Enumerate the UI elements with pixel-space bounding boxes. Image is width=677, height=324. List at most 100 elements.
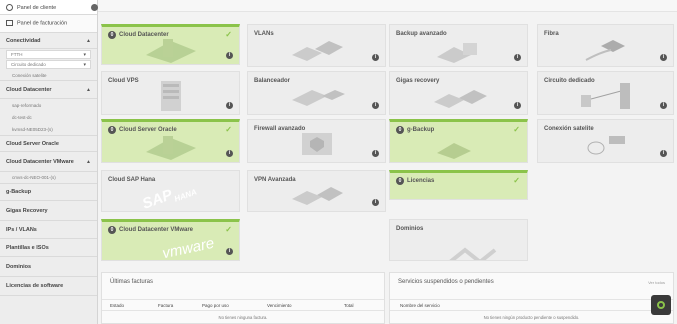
card-title: Dominios bbox=[396, 226, 423, 232]
gear-icon[interactable] bbox=[91, 4, 98, 11]
sidebar-subitem-ftth[interactable]: FTTH ▾ bbox=[6, 50, 91, 59]
balanceador-illustration bbox=[291, 90, 345, 107]
card-label: Licencias bbox=[407, 178, 435, 184]
cloud-vps-illustration bbox=[160, 81, 181, 112]
clock-icon bbox=[6, 3, 13, 11]
circuito-illustration bbox=[580, 83, 630, 110]
card-label: Fibra bbox=[544, 31, 559, 37]
card-label: VLANs bbox=[254, 31, 274, 37]
gbackup-illustration bbox=[436, 143, 471, 160]
card-cloud-sap-hana[interactable]: Cloud SAP Hana SAP HANA bbox=[101, 170, 240, 212]
info-icon[interactable]: i bbox=[226, 248, 233, 255]
panel-title: Servicios suspendidos o pendientes bbox=[398, 279, 494, 285]
sidebar-item-panel-facturacion[interactable]: Panel de facturación bbox=[0, 15, 97, 33]
col-total: Total bbox=[344, 303, 354, 308]
card-title: 0 Licencias bbox=[396, 177, 434, 185]
sidebar-item-conectividad[interactable]: Conectividad ▲ bbox=[0, 33, 97, 49]
sidebar-item-gigas-recovery[interactable]: Gigas Recovery bbox=[0, 201, 97, 221]
sidebar-item-cloud-datacenter-vmware[interactable]: Cloud Datacenter VMware ▲ bbox=[0, 152, 97, 172]
info-icon[interactable]: i bbox=[660, 54, 667, 61]
info-icon[interactable]: i bbox=[660, 102, 667, 109]
sidebar-subitem-cd-1[interactable]: sap-reformado bbox=[0, 99, 97, 111]
chat-button[interactable] bbox=[651, 295, 671, 315]
sidebar-subitem-conexion-satelite[interactable]: Conexión satelite bbox=[0, 70, 97, 80]
servicios-panel: Servicios suspendidos o pendientes Ver t… bbox=[389, 272, 674, 324]
card-dominios[interactable]: Dominios bbox=[389, 219, 528, 261]
col-estado: Estado bbox=[110, 303, 125, 308]
vlans-illustration bbox=[291, 40, 343, 61]
sidebar-item-ips-vlans[interactable]: IPs / VLANs bbox=[0, 221, 97, 239]
sidebar-subitem-label: kvmsd-NE05D23-(s) bbox=[12, 126, 53, 132]
card-cloud-datacenter[interactable]: 0 Cloud Datacenter ✓ i bbox=[101, 24, 240, 65]
count-badge: 0 bbox=[396, 177, 404, 185]
card-cloud-vps[interactable]: Cloud VPS i bbox=[101, 71, 240, 115]
card-fibra[interactable]: Fibra i bbox=[537, 24, 674, 67]
sidebar-subitem-label: sap-reformado bbox=[12, 102, 42, 108]
sidebar-item-plantillas-isos[interactable]: Plantillas e ISOs bbox=[0, 239, 97, 257]
sidebar: Panel de cliente Panel de facturación Co… bbox=[0, 0, 98, 324]
chat-icon bbox=[657, 301, 665, 309]
card-conexion-satelite[interactable]: Conexión satelite i bbox=[537, 119, 674, 163]
sap-logo: SAP bbox=[140, 186, 175, 212]
facturas-panel: Últimas facturas Estado Factura Pago por… bbox=[101, 272, 385, 324]
info-icon[interactable]: i bbox=[372, 54, 379, 61]
sidebar-item-label: Panel de facturación bbox=[17, 20, 68, 27]
info-icon[interactable]: i bbox=[660, 150, 667, 157]
main-content: 0 Cloud Datacenter ✓ i VLANs i Backup ava… bbox=[98, 0, 677, 324]
ver-todos-link[interactable]: Ver todos bbox=[648, 280, 665, 285]
info-icon[interactable]: i bbox=[226, 150, 233, 157]
card-balanceador[interactable]: Balanceador i bbox=[247, 71, 386, 115]
sidebar-item-label: Cloud Datacenter bbox=[6, 86, 52, 93]
check-icon: ✓ bbox=[513, 125, 520, 134]
document-icon bbox=[6, 20, 13, 27]
card-gigas-recovery[interactable]: Gigas recovery i bbox=[389, 71, 528, 115]
card-vpn-avanzada[interactable]: VPN Avanzada i bbox=[247, 170, 386, 212]
firewall-illustration bbox=[301, 133, 332, 156]
check-icon: ✓ bbox=[225, 225, 232, 234]
card-title: Fibra bbox=[544, 31, 559, 37]
sidebar-item-cloud-server-oracle[interactable]: Cloud Server Oracle bbox=[0, 135, 97, 152]
sidebar-subitem-cd-2[interactable]: dc-test-dc bbox=[0, 111, 97, 123]
card-label: Dominios bbox=[396, 226, 424, 232]
info-icon[interactable]: i bbox=[514, 54, 521, 61]
sidebar-item-gbackup[interactable]: g-Backup bbox=[0, 183, 97, 201]
card-cloud-datacenter-vmware[interactable]: 0 Cloud Datacenter VMware ✓ vmware i bbox=[101, 219, 240, 261]
card-circuito-dedicado[interactable]: Circuito dedicado i bbox=[537, 71, 674, 115]
oracle-illustration bbox=[145, 136, 196, 161]
sidebar-item-cloud-datacenter[interactable]: Cloud Datacenter ▲ bbox=[0, 80, 97, 99]
card-licencias[interactable]: 0 Licencias ✓ bbox=[389, 170, 528, 200]
info-icon[interactable]: i bbox=[514, 102, 521, 109]
count-badge: 0 bbox=[108, 226, 116, 234]
card-vlans[interactable]: VLANs i bbox=[247, 24, 386, 67]
info-icon[interactable]: i bbox=[226, 52, 233, 59]
card-cloud-server-oracle[interactable]: 0 Cloud Server Oracle ✓ i bbox=[101, 119, 240, 163]
card-label: Cloud VPS bbox=[108, 78, 139, 84]
sidebar-item-label: Licencias de software bbox=[6, 283, 64, 289]
sidebar-subitem-circuito-dedicado[interactable]: Circuito dedicado ▾ bbox=[6, 60, 91, 69]
empty-message: No tienes ningún producto pendiente o su… bbox=[483, 315, 580, 320]
card-title: VLANs bbox=[254, 31, 274, 37]
card-backup-avanzado[interactable]: Backup avanzado i bbox=[389, 24, 528, 67]
sidebar-item-label: Plantillas e ISOs bbox=[6, 244, 49, 251]
info-icon[interactable]: i bbox=[372, 150, 379, 157]
sidebar-subitem-vmware-1[interactable]: cmvs-dc-NEO-001-(s) bbox=[0, 172, 97, 183]
chevron-up-icon: ▲ bbox=[86, 37, 91, 44]
sidebar-item-label: g-Backup bbox=[6, 189, 32, 195]
info-icon[interactable]: i bbox=[372, 102, 379, 109]
sidebar-item-panel-cliente[interactable]: Panel de cliente bbox=[0, 0, 97, 15]
sidebar-item-label: IPs / VLANs bbox=[6, 226, 37, 233]
sidebar-subitem-cd-3[interactable]: kvmsd-NE05D23-(s) bbox=[0, 123, 97, 135]
sidebar-item-label: Conectividad bbox=[6, 37, 41, 44]
sidebar-item-label: Cloud Server Oracle bbox=[6, 140, 59, 147]
card-firewall-avanzado[interactable]: Firewall avanzado i bbox=[247, 119, 386, 163]
card-gbackup[interactable]: 0 g-Backup ✓ bbox=[389, 119, 528, 163]
info-icon[interactable]: i bbox=[226, 102, 233, 109]
sidebar-item-dominios[interactable]: Dominios bbox=[0, 257, 97, 277]
check-icon: ✓ bbox=[225, 125, 232, 134]
cloud-datacenter-illustration bbox=[145, 39, 196, 64]
col-factura: Factura bbox=[158, 303, 174, 308]
sidebar-item-label: Cloud Datacenter VMware bbox=[6, 158, 74, 165]
info-icon[interactable]: i bbox=[372, 199, 379, 206]
sidebar-item-licencias-software[interactable]: Licencias de software bbox=[0, 277, 97, 296]
fibra-illustration bbox=[585, 39, 625, 61]
